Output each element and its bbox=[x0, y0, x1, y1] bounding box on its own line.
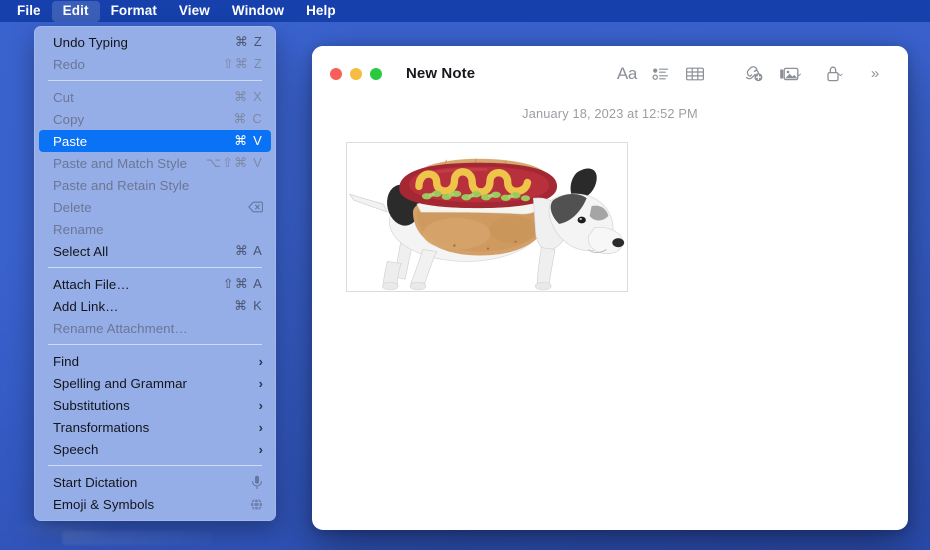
menu-item-label: Transformations bbox=[53, 419, 150, 435]
minimize-button[interactable] bbox=[350, 67, 362, 80]
checklist-button[interactable] bbox=[644, 59, 678, 89]
menu-item-label: Delete bbox=[53, 199, 92, 215]
menubar-item-window[interactable]: Window bbox=[221, 1, 295, 22]
aa-icon: Aa bbox=[616, 63, 638, 83]
menubar-item-view[interactable]: View bbox=[168, 1, 221, 22]
lock-chevron-down-icon[interactable]: ⌄ bbox=[836, 68, 844, 79]
menu-separator bbox=[48, 465, 262, 466]
add-link-button[interactable] bbox=[736, 59, 770, 89]
toolbar-format-group: Aa bbox=[610, 59, 712, 89]
menu-item-speech[interactable]: Speech › bbox=[39, 438, 271, 460]
notes-window: New Note Aa ⌄ ⌄ » January 18, 2023 at 12… bbox=[312, 46, 908, 530]
notes-titlebar: New Note Aa ⌄ ⌄ » bbox=[312, 46, 908, 101]
menu-item-copy: Copy ⌘ C bbox=[39, 108, 271, 130]
menu-item-select-all[interactable]: Select All ⌘ A bbox=[39, 240, 271, 262]
menu-item-label: Redo bbox=[53, 56, 85, 72]
menu-item-shortcut: ⌘ Z bbox=[234, 34, 263, 49]
menu-item-undo-typing[interactable]: Undo Typing ⌘ Z bbox=[39, 31, 271, 53]
menu-separator bbox=[48, 344, 262, 345]
menu-item-shortcut: ⇧⌘ Z bbox=[222, 56, 263, 71]
media-button[interactable]: ⌄ bbox=[770, 59, 814, 89]
menu-item-label: Emoji & Symbols bbox=[53, 496, 155, 512]
menu-item-shortcut: ⌘ K bbox=[234, 298, 263, 313]
chevron-right-icon: › bbox=[258, 375, 263, 391]
menu-item-delete: Delete bbox=[39, 196, 271, 218]
menu-item-label: Copy bbox=[53, 111, 85, 127]
menu-item-cut: Cut ⌘ X bbox=[39, 86, 271, 108]
format-text-button[interactable]: Aa bbox=[610, 59, 644, 89]
menu-item-shortcut: ⌘ A bbox=[234, 243, 263, 258]
menu-item-paste[interactable]: Paste ⌘ V bbox=[39, 130, 271, 152]
menu-item-find[interactable]: Find › bbox=[39, 350, 271, 372]
menu-item-transformations[interactable]: Transformations › bbox=[39, 416, 271, 438]
menu-item-label: Add Link… bbox=[53, 298, 119, 314]
menu-item-spelling-and-grammar[interactable]: Spelling and Grammar › bbox=[39, 372, 271, 394]
chevron-right-icon: › bbox=[258, 419, 263, 435]
delete-backward-icon bbox=[248, 201, 263, 213]
chevron-right-icon: › bbox=[258, 353, 263, 369]
menu-item-shortcut: ⌘ C bbox=[233, 111, 263, 126]
menu-item-label: Start Dictation bbox=[53, 474, 138, 490]
menu-item-label: Attach File… bbox=[53, 276, 130, 292]
menu-bar: File Edit Format View Window Help bbox=[0, 0, 930, 22]
menu-item-label: Paste and Retain Style bbox=[53, 177, 190, 193]
menu-item-paste-and-match-style: Paste and Match Style ⌥⇧⌘ V bbox=[39, 152, 271, 174]
window-title: New Note bbox=[406, 65, 476, 82]
menu-item-shortcut: ⇧⌘ A bbox=[222, 276, 263, 291]
menu-item-redo: Redo ⇧⌘ Z bbox=[39, 53, 271, 75]
menu-item-label: Speech bbox=[53, 441, 99, 457]
checklist-icon bbox=[652, 68, 669, 80]
menu-item-shortcut: ⌥⇧⌘ V bbox=[205, 155, 263, 170]
menu-item-emoji-symbols[interactable]: Emoji & Symbols bbox=[39, 493, 271, 515]
emoji-globe-icon bbox=[250, 497, 263, 511]
menubar-item-edit[interactable]: Edit bbox=[51, 0, 100, 22]
menu-item-label: Cut bbox=[53, 89, 74, 105]
media-chevron-down-icon[interactable]: ⌄ bbox=[795, 68, 803, 79]
menu-item-attach-file[interactable]: Attach File… ⇧⌘ A bbox=[39, 273, 271, 295]
menu-item-substitutions[interactable]: Substitutions › bbox=[39, 394, 271, 416]
menu-separator bbox=[48, 80, 262, 81]
menu-item-label: Rename bbox=[53, 221, 104, 237]
chevron-right-icon: › bbox=[258, 397, 263, 413]
toolbar-insert-group: ⌄ ⌄ » bbox=[736, 59, 892, 89]
note-body[interactable]: January 18, 2023 at 12:52 PM bbox=[312, 106, 908, 292]
menu-item-label: Rename Attachment… bbox=[53, 320, 188, 336]
menu-item-label: Select All bbox=[53, 243, 109, 259]
menu-item-shortcut: ⌘ V bbox=[234, 133, 263, 148]
window-controls bbox=[330, 67, 382, 80]
double-chevron-right-icon: » bbox=[870, 65, 880, 82]
link-plus-icon bbox=[745, 65, 762, 81]
menu-item-rename-attachment: Rename Attachment… bbox=[39, 317, 271, 339]
menubar-item-help[interactable]: Help bbox=[295, 1, 347, 22]
menu-item-label: Spelling and Grammar bbox=[53, 375, 188, 391]
menu-item-label: Undo Typing bbox=[53, 34, 128, 50]
more-button[interactable]: » bbox=[858, 59, 892, 89]
menu-item-paste-and-retain-style: Paste and Retain Style bbox=[39, 174, 271, 196]
lock-button[interactable]: ⌄ bbox=[814, 59, 858, 89]
zoom-button[interactable] bbox=[370, 67, 382, 80]
menu-item-add-link[interactable]: Add Link… ⌘ K bbox=[39, 295, 271, 317]
menu-item-label: Paste and Match Style bbox=[53, 155, 188, 171]
close-button[interactable] bbox=[330, 67, 342, 80]
chevron-right-icon: › bbox=[258, 441, 263, 457]
menu-item-shortcut: ⌘ X bbox=[234, 89, 263, 104]
dog-in-hotdog-costume-image[interactable] bbox=[346, 142, 628, 292]
microphone-icon bbox=[251, 475, 263, 490]
desktop-dock-hint bbox=[62, 531, 212, 545]
table-button[interactable] bbox=[678, 59, 712, 89]
hotdog-dog-illustration bbox=[347, 143, 627, 291]
menu-item-label: Find bbox=[53, 353, 80, 369]
menu-item-rename: Rename bbox=[39, 218, 271, 240]
table-icon bbox=[686, 67, 704, 80]
menubar-item-file[interactable]: File bbox=[6, 1, 52, 22]
menu-item-start-dictation[interactable]: Start Dictation bbox=[39, 471, 271, 493]
menu-item-label: Paste bbox=[53, 133, 88, 149]
menubar-item-format[interactable]: Format bbox=[100, 1, 168, 22]
edit-menu-dropdown[interactable]: Undo Typing ⌘ Z Redo ⇧⌘ Z Cut ⌘ X Copy ⌘ C Paste… bbox=[34, 26, 276, 521]
note-date: January 18, 2023 at 12:52 PM bbox=[522, 106, 698, 121]
menu-separator bbox=[48, 267, 262, 268]
menu-item-label: Substitutions bbox=[53, 397, 130, 413]
